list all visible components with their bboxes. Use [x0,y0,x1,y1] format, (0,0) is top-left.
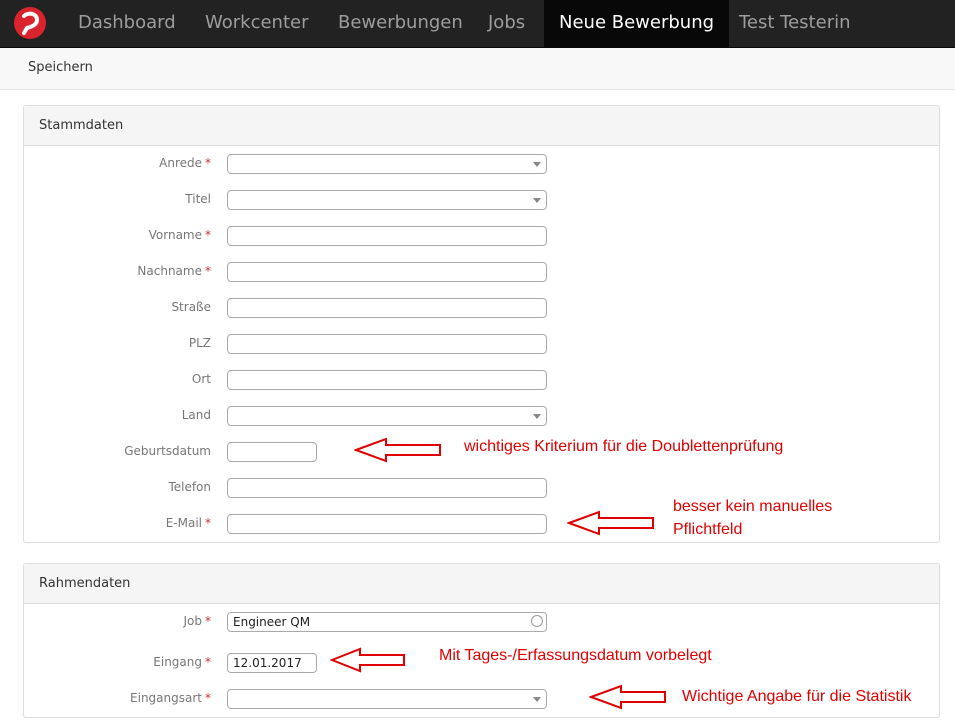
save-button[interactable]: Speichern [28,60,93,75]
email-label: E-Mail * [165,516,211,530]
telefon-input[interactable] [227,478,547,498]
anrede-select[interactable] [227,154,547,174]
annotation-arrow-left-icon [589,684,666,710]
annotation-eingangsart: Wichtige Angabe für die Statistik [682,688,912,705]
email-input[interactable] [227,514,547,534]
plz-label: PLZ [188,336,211,350]
stammdaten-panel-heading: Stammdaten [24,106,939,146]
annotation-geburtsdatum: wichtiges Kriterium für die Doublettenpr… [464,438,784,455]
required-marker: * [205,516,211,530]
vorname-label: Vorname * [148,228,211,242]
app-logo-icon[interactable] [14,7,46,39]
nav-workcenter[interactable]: Workcenter [205,0,309,47]
annotation-email-line2: Pflichtfeld [673,521,743,538]
nav-bewerbungen[interactable]: Bewerbungen [338,0,463,47]
eingangsart-select[interactable] [227,689,547,709]
chevron-down-icon [533,697,541,702]
nav-jobs[interactable]: Jobs [488,0,525,47]
vorname-input[interactable] [227,226,547,246]
land-select[interactable] [227,406,547,426]
annotation-arrow-left-icon [354,437,441,463]
plz-input[interactable] [227,334,547,354]
required-marker: * [205,691,211,705]
required-marker: * [205,655,211,669]
eingang-label: Eingang * [153,655,211,669]
chevron-down-icon [533,162,541,167]
nav-neue-bewerbung[interactable]: Neue Bewerbung [544,0,730,47]
eingang-date-input[interactable]: 12.01.2017 [227,653,317,673]
land-label: Land [181,408,211,422]
job-label: Job * [183,614,212,628]
annotation-arrow-left-icon [567,510,654,536]
eingangsart-label: Eingangsart * [130,691,211,705]
stammdaten-title: Stammdaten [39,118,124,133]
annotation-arrow-left-icon [330,647,405,673]
nachname-input[interactable] [227,262,547,282]
job-select[interactable]: Engineer QM [227,612,547,632]
annotation-email-line1: besser kein manuelles [673,498,833,515]
titel-label: Titel [185,192,211,206]
nav-user-menu[interactable]: Test Testerin [739,0,851,47]
chevron-down-icon [533,198,541,203]
anrede-label: Anrede * [159,156,211,170]
rahmendaten-title: Rahmendaten [39,576,131,591]
annotation-eingang: Mit Tages-/Erfassungsdatum vorbelegt [439,647,712,664]
nachname-label: Nachname * [137,264,211,278]
titel-select[interactable] [227,190,547,210]
strasse-input[interactable] [227,298,547,318]
ort-label: Ort [191,372,211,386]
required-marker: * [205,614,211,628]
ort-input[interactable] [227,370,547,390]
required-marker: * [205,156,211,170]
chevron-down-icon [533,414,541,419]
geburtsdatum-label: Geburtsdatum [124,444,211,458]
required-marker: * [205,264,211,278]
strasse-label: Straße [171,300,211,314]
nav-dashboard[interactable]: Dashboard [78,0,176,47]
job-value: Engineer QM [233,615,311,629]
top-navbar: Dashboard Workcenter Bewerbungen Jobs Ne… [0,0,955,48]
clear-circle-icon[interactable] [531,615,543,627]
rahmendaten-panel-heading: Rahmendaten [24,564,939,604]
action-toolbar: Speichern [0,48,955,90]
telefon-label: Telefon [168,480,211,494]
required-marker: * [205,228,211,242]
geburtsdatum-input[interactable] [227,442,317,462]
eingang-value: 12.01.2017 [233,656,302,670]
